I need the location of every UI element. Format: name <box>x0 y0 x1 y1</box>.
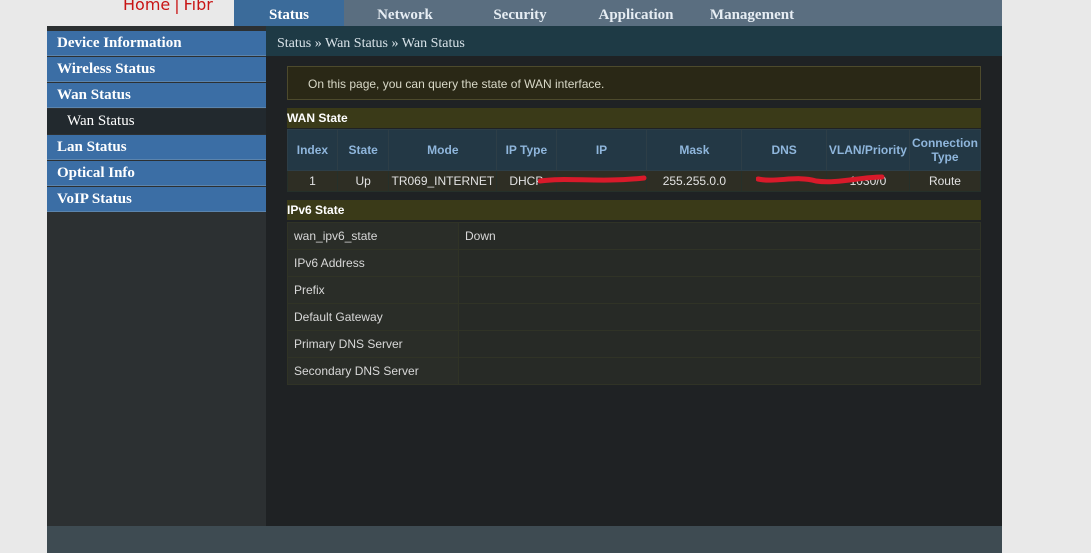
brand-logo: Home | Fibr <box>123 0 213 16</box>
table-row: Prefix <box>287 276 981 304</box>
col-dns: DNS <box>741 129 827 171</box>
table-row: 1 Up TR069_INTERNET DHCP 255.255.0.0 103… <box>287 170 982 192</box>
col-connection-type: Connection Type <box>908 129 982 171</box>
content-area: Status » Wan Status » Wan Status On this… <box>266 26 1002 526</box>
tab-status[interactable]: Status <box>234 0 344 26</box>
value-wan-ipv6-state: Down <box>458 222 981 250</box>
tab-security[interactable]: Security <box>474 0 566 26</box>
breadcrumb: Status » Wan Status » Wan Status <box>277 36 465 51</box>
cell-ip <box>555 170 648 192</box>
label-wan-ipv6-state: wan_ipv6_state <box>287 222 459 250</box>
label-prefix: Prefix <box>287 276 459 304</box>
sidebar-item-device-information[interactable]: Device Information <box>47 31 266 56</box>
brand-separator: | <box>174 0 180 14</box>
label-ipv6-address: IPv6 Address <box>287 249 459 277</box>
value-default-gateway <box>458 303 981 331</box>
sidebar-subitem-wan-status[interactable]: Wan Status <box>47 109 266 134</box>
table-row: wan_ipv6_state Down <box>287 222 981 250</box>
tab-management[interactable]: Management <box>702 0 802 26</box>
ipv6-state-table: wan_ipv6_state Down IPv6 Address Prefix … <box>287 222 981 385</box>
label-primary-dns-server: Primary DNS Server <box>287 330 459 358</box>
cell-vlan-priority: 1030/0 <box>825 170 910 192</box>
sidebar-item-optical-info[interactable]: Optical Info <box>47 161 266 186</box>
col-ip: IP <box>555 129 648 171</box>
col-index: Index <box>287 129 338 171</box>
col-state: State <box>336 129 390 171</box>
col-vlan-priority: VLAN/Priority <box>825 129 910 171</box>
footer-bar <box>47 526 1002 553</box>
value-ipv6-address <box>458 249 981 277</box>
wan-state-table: Index State Mode IP Type IP Mask DNS VLA… <box>287 129 982 192</box>
cell-index: 1 <box>287 170 338 192</box>
cell-dns <box>741 170 827 192</box>
table-row: Default Gateway <box>287 303 981 331</box>
sidebar-item-wireless-status[interactable]: Wireless Status <box>47 57 266 82</box>
cell-mode: TR069_INTERNET <box>388 170 498 192</box>
sidebar: Device Information Wireless Status Wan S… <box>47 26 266 526</box>
tab-application[interactable]: Application <box>588 0 684 26</box>
wan-state-title: WAN State <box>287 108 981 128</box>
col-mode: Mode <box>388 129 498 171</box>
table-header-row: Index State Mode IP Type IP Mask DNS VLA… <box>287 129 982 171</box>
brand-product: Fibr <box>183 0 213 14</box>
table-row: Secondary DNS Server <box>287 357 981 385</box>
value-prefix <box>458 276 981 304</box>
sidebar-item-lan-status[interactable]: Lan Status <box>47 135 266 160</box>
col-ip-type: IP Type <box>496 129 557 171</box>
table-row: IPv6 Address <box>287 249 981 277</box>
col-mask: Mask <box>646 129 743 171</box>
cell-state: Up <box>336 170 390 192</box>
main-frame: Device Information Wireless Status Wan S… <box>47 26 1002 553</box>
top-navigation: Status Network Security Application Mana… <box>234 0 1002 26</box>
cell-ip-type: DHCP <box>496 170 557 192</box>
breadcrumb-bar: Status » Wan Status » Wan Status <box>266 26 1002 56</box>
cell-mask: 255.255.0.0 <box>646 170 743 192</box>
brand-name: Home <box>123 0 171 14</box>
value-primary-dns-server <box>458 330 981 358</box>
cell-connection-type: Route <box>908 170 982 192</box>
label-default-gateway: Default Gateway <box>287 303 459 331</box>
value-secondary-dns-server <box>458 357 981 385</box>
page-description: On this page, you can query the state of… <box>287 66 981 100</box>
ipv6-state-title: IPv6 State <box>287 200 981 220</box>
sidebar-item-voip-status[interactable]: VoIP Status <box>47 187 266 212</box>
sidebar-item-wan-status[interactable]: Wan Status <box>47 83 266 108</box>
tab-network[interactable]: Network <box>360 0 450 26</box>
table-row: Primary DNS Server <box>287 330 981 358</box>
label-secondary-dns-server: Secondary DNS Server <box>287 357 459 385</box>
